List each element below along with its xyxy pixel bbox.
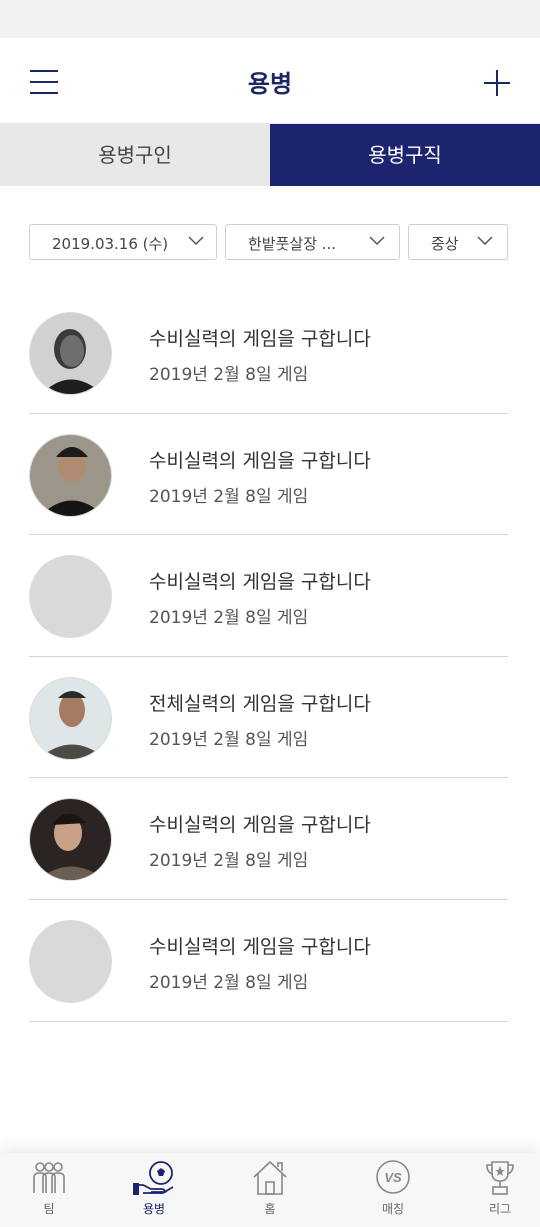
chevron-down-icon xyxy=(477,236,493,246)
nav-league[interactable]: 리그 xyxy=(463,1153,537,1227)
nav-matching[interactable]: VS 매칭 xyxy=(356,1153,430,1227)
list-item[interactable]: 수비실력의 게임을 구합니다 2019년 2월 8일 게임 xyxy=(29,535,508,657)
tab-mercenary-recruit[interactable]: 용병구인 xyxy=(0,124,270,186)
level-filter-value: 중상 xyxy=(431,235,459,253)
location-filter-dropdown[interactable]: 한밭풋살장 ... xyxy=(225,224,400,260)
avatar-placeholder xyxy=(29,919,112,1003)
app-header: 용병 xyxy=(0,38,540,124)
item-title: 수비실력의 게임을 구합니다 xyxy=(149,935,371,958)
home-icon xyxy=(253,1160,287,1195)
nav-label: 팀 xyxy=(43,1202,55,1216)
nav-home[interactable]: 홈 xyxy=(233,1153,307,1227)
nav-label: 홈 xyxy=(264,1202,276,1216)
item-title: 수비실력의 게임을 구합니다 xyxy=(149,814,371,837)
nav-team[interactable]: 팀 xyxy=(12,1153,86,1227)
date-filter-value: 2019.03.16 (수) xyxy=(52,235,169,253)
add-icon[interactable] xyxy=(484,70,510,96)
item-date: 2019년 2월 8일 게임 xyxy=(149,365,309,385)
item-title: 전체실력의 게임을 구합니다 xyxy=(149,692,371,715)
nav-label: 리그 xyxy=(488,1202,512,1216)
list-item[interactable]: 수비실력의 게임을 구합니다 2019년 2월 8일 게임 xyxy=(29,778,508,900)
bottom-navigation: 팀 용병 홈 VS 매칭 리그 xyxy=(0,1153,540,1227)
avatar xyxy=(29,433,112,517)
mercenary-icon xyxy=(133,1161,174,1195)
avatar xyxy=(29,798,112,882)
tab-bar: 용병구인 용병구직 xyxy=(0,124,540,186)
item-title: 수비실력의 게임을 구합니다 xyxy=(149,449,371,472)
item-date: 2019년 2월 8일 게임 xyxy=(149,608,309,629)
item-title: 수비실력의 게임을 구합니다 xyxy=(149,328,371,350)
page-title: 용병 xyxy=(247,70,293,98)
item-date: 2019년 2월 8일 게임 xyxy=(149,486,309,507)
team-icon xyxy=(33,1162,65,1193)
item-date: 2019년 2월 8일 게임 xyxy=(149,729,309,750)
avatar xyxy=(29,676,112,760)
list-item[interactable]: 수비실력의 게임을 구합니다 2019년 2월 8일 게임 xyxy=(29,900,508,1022)
location-filter-value: 한밭풋살장 ... xyxy=(248,235,337,253)
nav-label: 매칭 xyxy=(381,1202,405,1216)
chevron-down-icon xyxy=(188,236,204,246)
chevron-down-icon xyxy=(369,236,385,246)
item-date: 2019년 2월 8일 게임 xyxy=(149,972,309,993)
filter-bar: 2019.03.16 (수) 한밭풋살장 ... 중상 xyxy=(0,224,540,260)
avatar-placeholder xyxy=(29,555,112,639)
mercenary-list: 수비실력의 게임을 구합니다 2019년 2월 8일 게임 수비실력의 게임을 … xyxy=(29,292,508,1022)
list-item[interactable]: 수비실력의 게임을 구합니다 2019년 2월 8일 게임 xyxy=(29,414,508,536)
item-date: 2019년 2월 8일 게임 xyxy=(149,851,309,872)
item-title: 수비실력의 게임을 구합니다 xyxy=(149,571,371,594)
nav-label: 용병 xyxy=(142,1202,166,1216)
list-item[interactable]: 전체실력의 게임을 구합니다 2019년 2월 8일 게임 xyxy=(29,657,508,779)
list-item[interactable]: 수비실력의 게임을 구합니다 2019년 2월 8일 게임 xyxy=(29,292,508,414)
level-filter-dropdown[interactable]: 중상 xyxy=(408,224,508,260)
nav-mercenary[interactable]: 용병 xyxy=(117,1153,191,1227)
trophy-icon xyxy=(486,1161,514,1195)
tab-mercenary-seek[interactable]: 용병구직 xyxy=(270,124,540,186)
status-bar xyxy=(0,0,540,38)
date-filter-dropdown[interactable]: 2019.03.16 (수) xyxy=(29,224,217,260)
avatar xyxy=(29,312,112,395)
vs-ball-icon: VS xyxy=(376,1160,410,1194)
svg-text:VS: VS xyxy=(384,1170,402,1185)
